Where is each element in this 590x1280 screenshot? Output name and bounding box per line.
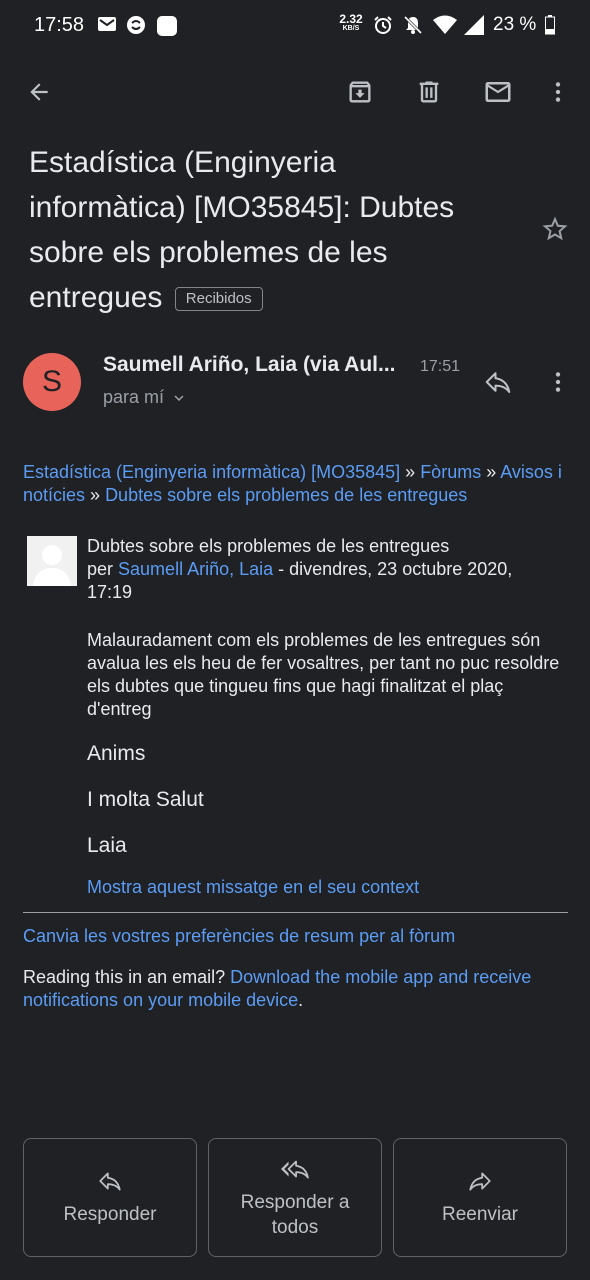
forward-icon [469, 1172, 491, 1191]
more-options-button[interactable] [536, 70, 580, 114]
star-icon [542, 216, 568, 241]
divider [23, 912, 568, 913]
gmail-notification-icon [97, 15, 117, 35]
mail-icon [485, 82, 511, 102]
archive-button[interactable] [338, 70, 382, 114]
signal-icon [464, 15, 484, 35]
sent-time: 17:51 [420, 358, 461, 375]
post-by: per [87, 559, 119, 579]
recipient-text: para mí [103, 387, 165, 407]
reply-label: Responder [63, 1204, 157, 1225]
reply-all-button[interactable]: Responder a todos [208, 1138, 382, 1257]
status-time: 17:58 [34, 14, 85, 36]
arrow-back-icon [30, 83, 48, 101]
signature-line-1: Anims [87, 742, 146, 765]
sender-initial: S [41, 365, 62, 398]
user-placeholder-icon [27, 536, 77, 586]
sync-notification-icon [126, 15, 146, 35]
forward-label: Reenviar [441, 1204, 519, 1225]
breadcrumb-course-link[interactable]: Estadística (Enginyeria informàtica) [MO… [23, 462, 400, 482]
reply-all-label: Responder a todos [240, 1191, 350, 1238]
sender-avatar[interactable]: S [23, 353, 81, 411]
battery-level: 23 % [493, 14, 537, 35]
more-vert-icon [555, 82, 561, 102]
star-button[interactable] [533, 207, 577, 251]
post-title: Dubtes sobre els problemes de les entreg… [87, 536, 450, 556]
wifi-icon [433, 15, 457, 35]
inbox-label-chip[interactable]: Recibidos [174, 287, 263, 311]
reply-icon-button[interactable] [476, 360, 520, 404]
forward-button[interactable]: Reenviar [393, 1138, 567, 1257]
battery-icon [545, 15, 555, 35]
signature-line-3: Laia [87, 834, 127, 857]
notice-prefix: Reading this in an email? [23, 967, 231, 987]
status-bar: 17:58 2.32 KB/S 23 % [0, 0, 590, 52]
network-speed: 2.32 KB/S [339, 12, 363, 32]
trash-icon [419, 81, 439, 103]
back-button[interactable] [17, 70, 61, 114]
breadcrumb-separator: » [400, 462, 421, 482]
email-subject: Estadística (Enginyeria informàtica) [MO… [29, 140, 499, 320]
post-meta: per Saumell Ariño, Laia - divendres, 23 … [87, 558, 557, 604]
breadcrumb-separator: » [85, 485, 106, 505]
post-header: Dubtes sobre els problemes de les entreg… [87, 535, 557, 604]
mark-unread-button[interactable] [476, 70, 520, 114]
app-notification-icon [156, 15, 178, 36]
message-more-button[interactable] [536, 360, 580, 404]
recipient-details[interactable]: para mí [103, 387, 188, 408]
post-author-avatar [27, 536, 77, 586]
breadcrumb-forums-link[interactable]: Fòrums [420, 462, 481, 482]
view-in-context-link[interactable]: Mostra aquest missatge en el seu context [87, 877, 419, 898]
delete-button[interactable] [407, 70, 451, 114]
reply-button[interactable]: Responder [23, 1138, 197, 1257]
reply-icon [99, 1172, 121, 1191]
archive-icon [349, 81, 371, 103]
post-message: Malauradament com els problemes de les e… [87, 630, 560, 719]
post-author-link[interactable]: Saumell Ariño, Laia [118, 559, 273, 579]
notice-suffix: . [298, 990, 304, 1010]
mobile-app-notice: Reading this in an email? Download the m… [23, 966, 568, 1012]
breadcrumb-topic-link[interactable]: Dubtes sobre els problemes de les entreg… [105, 485, 467, 505]
alarm-icon [373, 15, 393, 35]
breadcrumb-separator: » [481, 462, 501, 482]
reply-icon [485, 372, 511, 393]
notifications-off-icon [403, 15, 423, 35]
chevron-down-icon [174, 394, 184, 401]
reply-all-icon [281, 1160, 309, 1178]
sender-name: Saumell Ariño, Laia (via Aul... [103, 353, 396, 376]
signature-line-2: I molta Salut [87, 788, 204, 811]
more-vert-icon [555, 372, 561, 392]
digest-preferences-link[interactable]: Canvia les vostres preferències de resum… [23, 926, 455, 947]
breadcrumb: Estadística (Enginyeria informàtica) [MO… [23, 461, 568, 507]
